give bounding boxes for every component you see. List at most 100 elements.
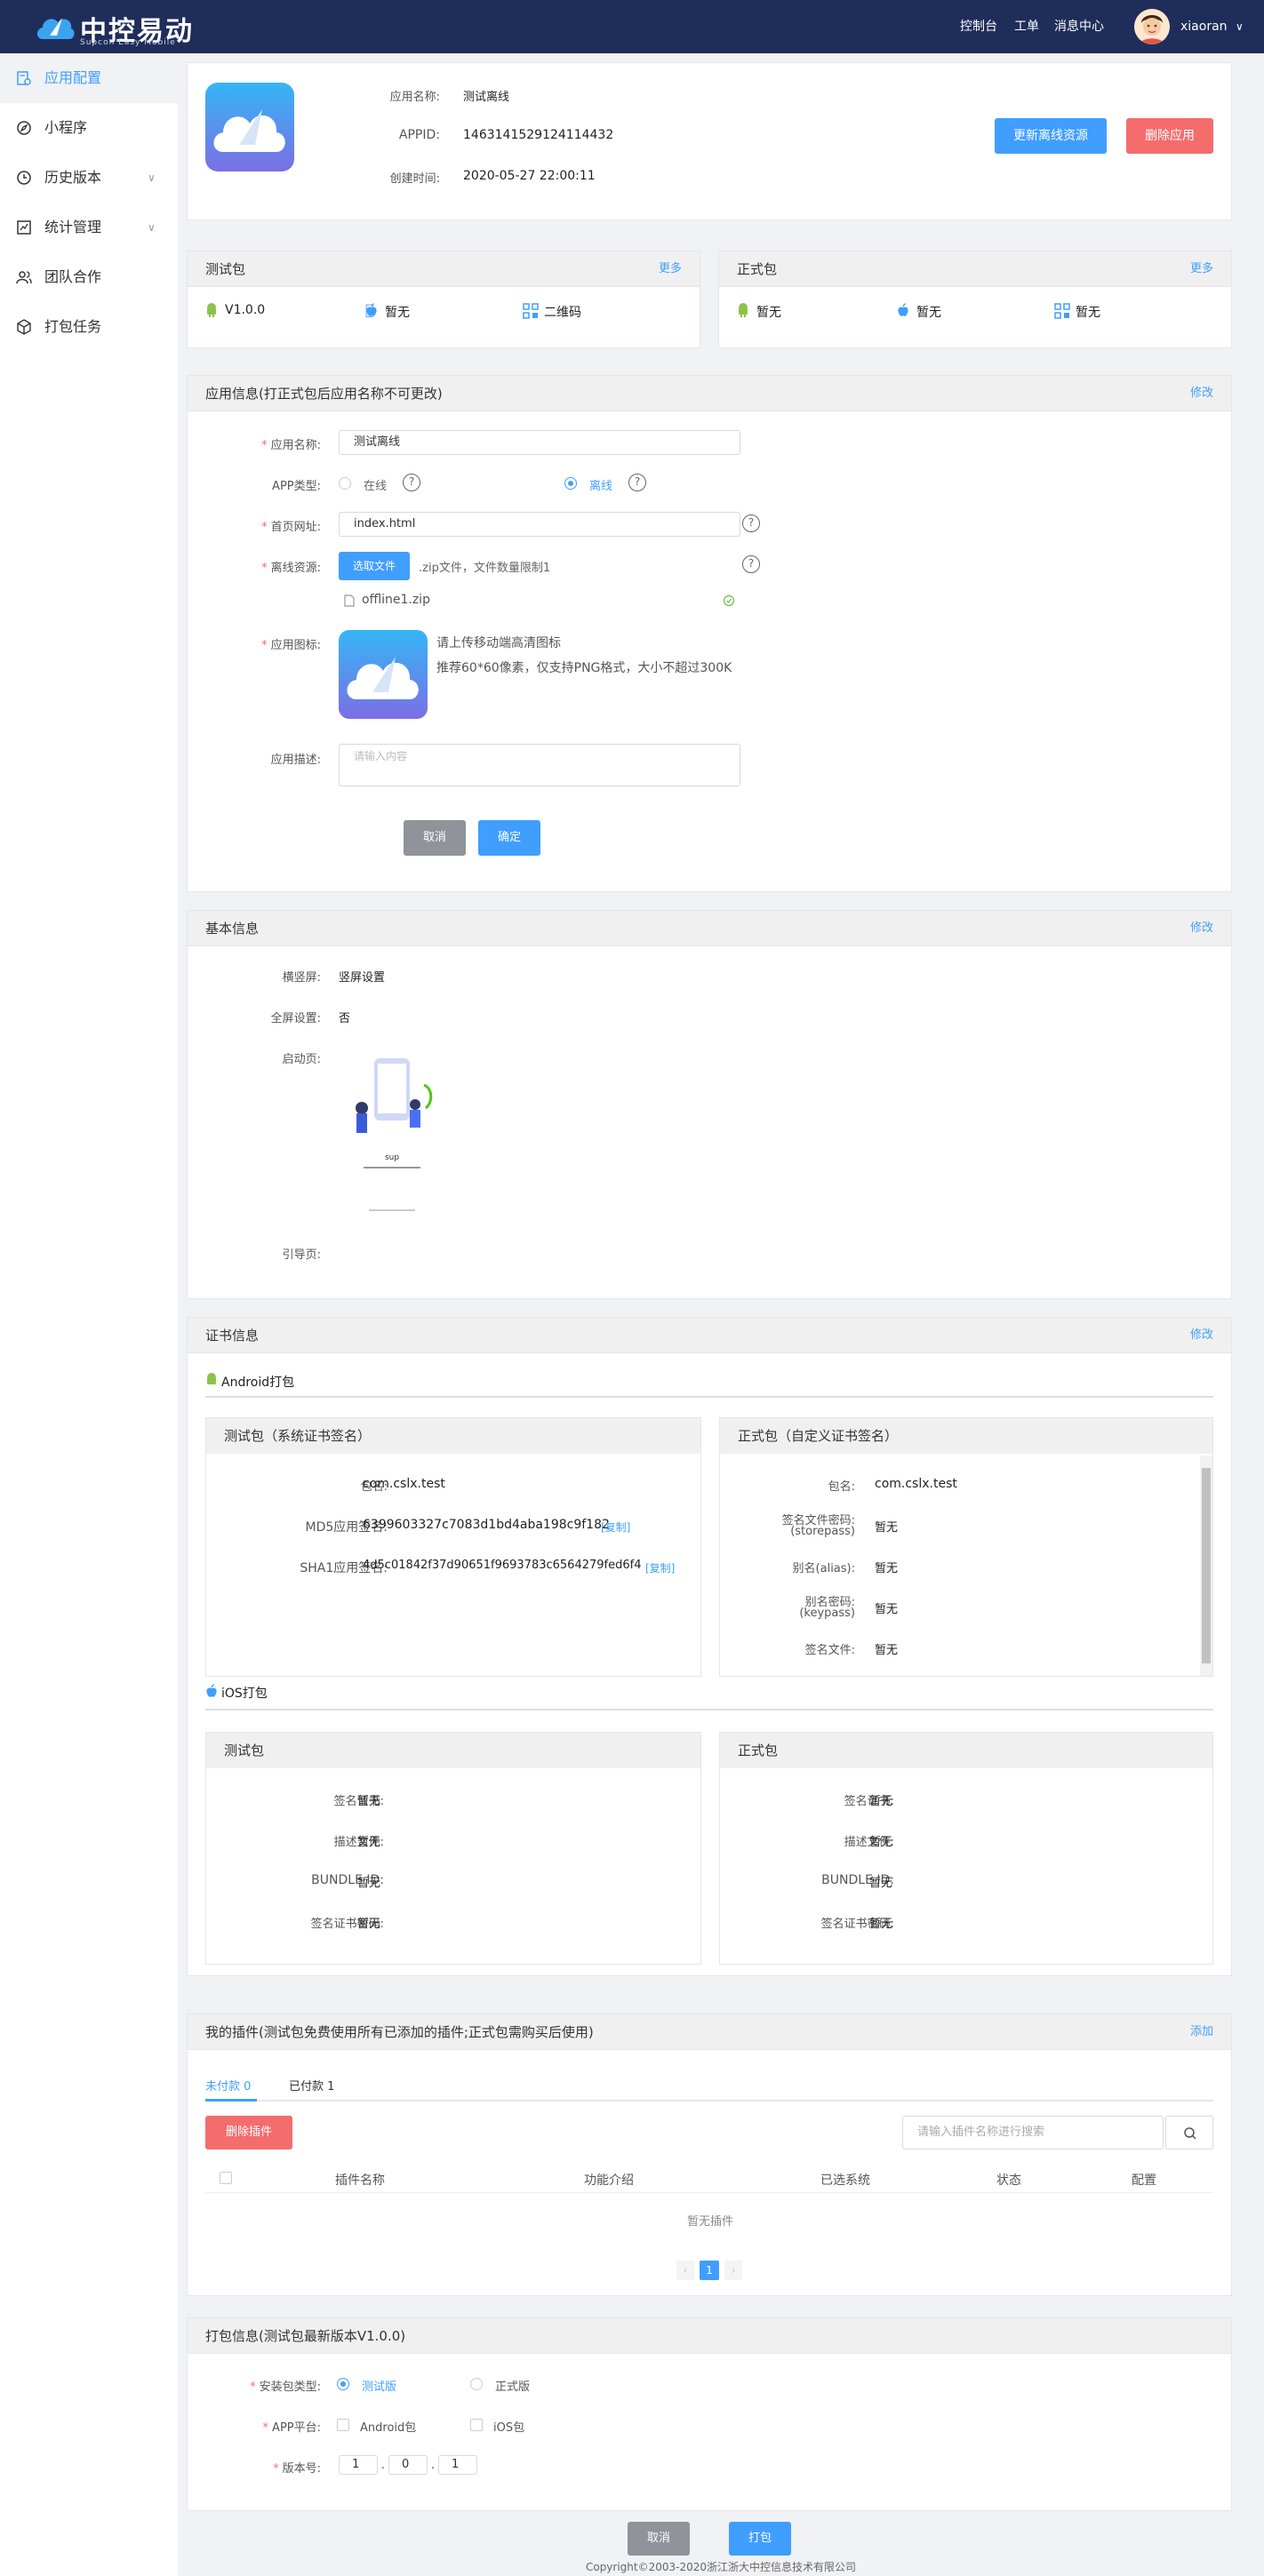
test-package-more-link[interactable]: 更多 xyxy=(659,251,682,287)
android-checkbox[interactable] xyxy=(337,2419,349,2431)
column-config: 配置 xyxy=(1132,2173,1156,2188)
test-android-version[interactable]: V1.0.0 xyxy=(225,303,265,317)
basic-info-edit-link[interactable]: 修改 xyxy=(1190,911,1213,946)
nav-console[interactable]: 控制台 xyxy=(960,0,997,53)
avatar-face-icon xyxy=(1134,9,1170,44)
release-android-version: 暂无 xyxy=(756,306,781,320)
sidebar-item-miniprogram[interactable]: 小程序 xyxy=(0,103,178,153)
homepage-input[interactable]: index.html xyxy=(339,512,740,537)
app-desc-textarea[interactable]: 请输入内容 xyxy=(339,744,740,786)
type-offline-radio[interactable] xyxy=(564,477,577,490)
sidebar-item-history[interactable]: 历史版本 ∨ xyxy=(0,153,178,203)
android-checkbox-label[interactable]: Android包 xyxy=(360,2418,416,2435)
delete-plugin-button[interactable]: 删除插件 xyxy=(205,2116,292,2149)
scrollbar-thumb[interactable] xyxy=(1202,1468,1211,1663)
build-cancel-button[interactable]: 取消 xyxy=(628,2522,690,2556)
card-header: 正式包 更多 xyxy=(719,251,1231,287)
type-online-radio[interactable] xyxy=(339,477,351,490)
sidebar-item-statistics[interactable]: 统计管理 ∨ xyxy=(0,203,178,252)
cert-pwd-label: 签名证书密码: xyxy=(820,1918,894,1931)
cert-label: 签名证书: xyxy=(844,1795,894,1808)
empty-plugins-text: 暂无插件 xyxy=(686,2215,733,2229)
tab-paid[interactable]: 已付款 1 xyxy=(289,2077,334,2093)
release-package-title: 正式包 xyxy=(737,261,778,277)
type-online-label[interactable]: 在线 xyxy=(364,476,387,493)
sha1-label: SHA1应用签名: xyxy=(300,1561,388,1575)
choose-file-button[interactable]: 选取文件 xyxy=(339,552,410,580)
help-icon[interactable]: ? xyxy=(403,474,420,491)
tab-unpaid[interactable]: 未付款 0 xyxy=(205,2077,251,2093)
uploaded-file-name[interactable]: offline1.zip xyxy=(362,593,430,607)
pkg-release-radio[interactable] xyxy=(470,2378,483,2390)
sidebar-item-app-config[interactable]: 应用配置 xyxy=(0,53,178,103)
add-plugin-link[interactable]: 添加 xyxy=(1190,2014,1213,2050)
version-minor-input[interactable]: 0 xyxy=(388,2455,428,2475)
prev-page-button[interactable]: ‹ xyxy=(676,2261,694,2280)
brand-subtitle: Supcon Easy Mobile xyxy=(80,38,176,47)
user-avatar[interactable] xyxy=(1134,9,1170,44)
help-icon[interactable]: ? xyxy=(742,514,760,532)
file-hint: .zip文件，文件数量限制1 xyxy=(419,562,551,575)
splash-image: sup xyxy=(339,1049,445,1227)
homepage-label: * 首页网址: xyxy=(261,521,321,534)
sidebar-item-team[interactable]: 团队合作 xyxy=(0,252,178,302)
page-number[interactable]: 1 xyxy=(700,2261,719,2280)
select-all-checkbox[interactable] xyxy=(220,2172,232,2184)
cert-pwd-value: 暂无 xyxy=(869,1918,893,1931)
copy-sha1-link[interactable]: [复制] xyxy=(645,1560,675,1575)
brand-logo[interactable]: 中控易动 Supcon Easy Mobile xyxy=(36,5,196,48)
copy-md5-link[interactable]: [复制] xyxy=(601,1519,630,1535)
sidebar-item-packaging[interactable]: 打包任务 xyxy=(0,302,178,352)
app-name-input[interactable]: 测试离线 xyxy=(339,430,740,455)
sidebar-item-label: 团队合作 xyxy=(44,268,102,285)
ios-checkbox-label[interactable]: iOS包 xyxy=(493,2418,524,2435)
cert-info-title: 证书信息 xyxy=(205,1328,260,1344)
confirm-button[interactable]: 确定 xyxy=(478,820,540,856)
delete-app-button[interactable]: 删除应用 xyxy=(1126,118,1213,154)
search-button[interactable] xyxy=(1165,2116,1213,2149)
scrollbar[interactable] xyxy=(1200,1455,1212,1676)
next-page-button[interactable]: › xyxy=(724,2261,742,2280)
app-info-edit-link[interactable]: 修改 xyxy=(1190,376,1213,411)
profile-value: 暂无 xyxy=(357,1836,381,1849)
pkg-test-label[interactable]: 测试版 xyxy=(362,2377,396,2394)
update-resource-button[interactable]: 更新离线资源 xyxy=(995,118,1107,154)
pkg-release-label[interactable]: 正式版 xyxy=(495,2377,530,2394)
test-qrcode-link[interactable]: 二维码 xyxy=(544,303,581,321)
pkg-test-radio[interactable] xyxy=(337,2378,349,2390)
help-icon[interactable]: ? xyxy=(628,474,646,491)
nav-ticket[interactable]: 工单 xyxy=(1014,0,1039,53)
version-patch-input[interactable]: 1 xyxy=(438,2455,477,2475)
platform-label: * APP平台: xyxy=(262,2421,321,2435)
version-major-input[interactable]: 1 xyxy=(339,2455,378,2475)
release-package-more-link[interactable]: 更多 xyxy=(1190,251,1213,287)
cancel-button[interactable]: 取消 xyxy=(404,820,466,856)
android-test-cert-panel: 测试包（系统证书签名） 包名: com.cslx.test MD5应用签名: 6… xyxy=(205,1417,701,1677)
basic-info-card: 基本信息 修改 横竖屏: 竖屏设置 全屏设置: 否 启动页: sup 引导页: xyxy=(187,910,1232,1299)
type-offline-label[interactable]: 离线 xyxy=(589,476,612,493)
sidebar-item-label: 统计管理 xyxy=(44,219,102,235)
version-dot: . xyxy=(381,2459,385,2471)
test-package-title: 测试包 xyxy=(205,261,246,277)
plugins-card: 我的插件(测试包免费使用所有已添加的插件;正式包需购买后使用) 添加 未付款 0… xyxy=(187,2014,1232,2296)
splash-text: sup xyxy=(385,1153,399,1162)
plugin-search-input[interactable]: 请输入插件名称进行搜索 xyxy=(902,2116,1164,2149)
chevron-down-icon[interactable]: ∨ xyxy=(1236,0,1244,53)
ios-pack-title: iOS打包 xyxy=(221,1687,268,1701)
alias-value: 暂无 xyxy=(875,1562,899,1575)
alias-label: 别名(alias): xyxy=(792,1562,855,1575)
cert-info-edit-link[interactable]: 修改 xyxy=(1190,1318,1213,1353)
cloud-rocket-icon xyxy=(347,657,419,699)
app-icon-upload[interactable] xyxy=(339,630,428,719)
app-icon-label: * 应用图标: xyxy=(261,639,321,652)
help-icon[interactable]: ? xyxy=(742,555,760,573)
ios-checkbox[interactable] xyxy=(470,2419,483,2431)
nav-messages[interactable]: 消息中心 xyxy=(1054,0,1104,53)
app-icon xyxy=(205,83,294,171)
fullscreen-value: 否 xyxy=(339,1012,351,1025)
tab-active-indicator xyxy=(205,2099,257,2101)
app-type-label: APP类型: xyxy=(272,480,321,493)
build-button[interactable]: 打包 xyxy=(729,2522,791,2556)
team-icon xyxy=(16,271,32,284)
username[interactable]: xiaoran xyxy=(1180,0,1228,53)
